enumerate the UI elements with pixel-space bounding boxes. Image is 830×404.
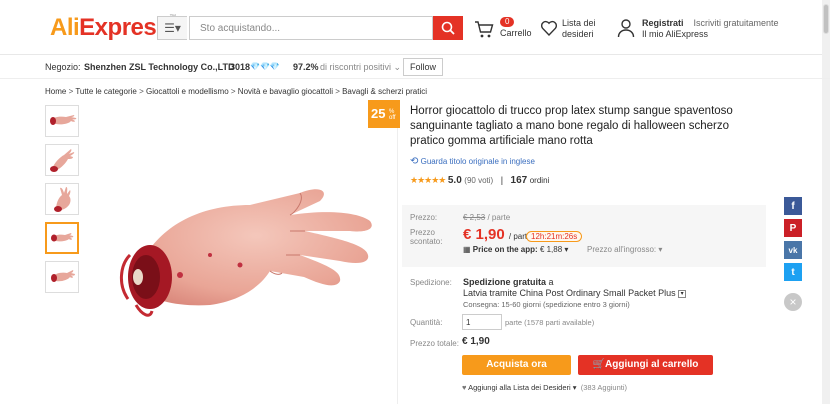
social-share-bar: f P vk t	[784, 197, 802, 285]
thumbnail-2[interactable]	[45, 144, 79, 176]
current-price: € 1,90 / parte	[463, 226, 532, 243]
store-name-link[interactable]: Shenzhen ZSL Technology Co.,LTD	[84, 62, 235, 72]
hand-thumbnail-image	[51, 233, 74, 242]
orders-count: 167	[510, 175, 528, 186]
discounted-price-label: Prezzo scontato:	[410, 228, 443, 246]
scrollbar-thumb[interactable]	[823, 4, 829, 34]
cart-label: Carrello	[500, 28, 532, 38]
chevron-down-icon: ▾	[658, 245, 663, 254]
shipping-label: Spedizione:	[410, 278, 452, 287]
chevron-down-icon: ⌄	[393, 62, 402, 72]
breadcrumb-home[interactable]: Home	[45, 87, 66, 96]
thumbnail-4-selected[interactable]	[45, 222, 79, 254]
free-shipping-text: Spedizione gratuita	[463, 277, 547, 287]
follow-button[interactable]: Follow	[403, 58, 444, 76]
close-share-icon[interactable]: ×	[784, 293, 802, 311]
hand-thumbnail-image	[50, 149, 75, 172]
shipping-info: Spedizione gratuita a Latvia tramite Chi…	[463, 277, 687, 310]
quantity-label: Quantità:	[410, 318, 443, 327]
breadcrumb-novelty[interactable]: Novità e bavaglio giocattoli	[238, 87, 333, 96]
total-price-value: € 1,90	[462, 336, 490, 347]
product-title: Horror giocattolo di trucco prop latex s…	[410, 105, 733, 147]
facebook-icon[interactable]: f	[784, 197, 802, 215]
add-to-cart-button[interactable]: 🛒Aggiungi al carrello	[578, 355, 713, 375]
hand-thumbnail-image	[50, 115, 77, 125]
pinterest-icon[interactable]: P	[784, 219, 802, 237]
shipping-dropdown-icon[interactable]: ▾	[678, 289, 687, 298]
wishlist-count: (383 Aggiunti)	[580, 383, 628, 392]
product-rating: ★★★★★ 5.0 (90 voti) | 167 ordini	[410, 175, 550, 186]
app-price[interactable]: ▦ Price on the app: € 1,88 ▾	[463, 245, 568, 254]
rating-value: 5.0	[447, 175, 462, 186]
quantity-available: parte (1578 parti available)	[505, 318, 595, 327]
search-button[interactable]	[433, 16, 463, 40]
twitter-icon[interactable]: t	[784, 263, 802, 281]
hand-thumbnail-image	[51, 270, 75, 282]
quantity-input[interactable]: 1	[462, 314, 502, 330]
qr-code-icon: ▦	[463, 245, 471, 254]
thumbnail-3[interactable]	[45, 183, 79, 215]
product-main-image[interactable]	[90, 105, 398, 404]
site-header: AliExpress™ ☰▾ Sto acquistando... 0 Carr…	[0, 0, 830, 55]
total-price-label: Prezzo totale:	[410, 339, 459, 348]
heart-icon	[540, 20, 558, 37]
hamburger-icon: ☰▾	[164, 21, 181, 35]
cart-icon: 🛒	[592, 359, 606, 370]
hand-thumbnail-image	[54, 187, 71, 212]
thumbnail-1[interactable]	[45, 105, 79, 137]
votes-link[interactable]: (90 voti)	[464, 176, 493, 185]
breadcrumb-gags[interactable]: Bavagli & scherzi pratici	[342, 87, 427, 96]
cart-icon	[475, 21, 494, 38]
store-label: Negozio:	[45, 62, 81, 72]
wishlist-label: Lista dei desideri	[562, 18, 596, 39]
delivery-estimate: Consegna: 15-60 giorni (spedizione entro…	[463, 300, 630, 309]
severed-hand-image	[120, 189, 372, 317]
heart-icon: ♥	[462, 383, 467, 392]
countdown-timer: 12h:21m:26s	[526, 231, 583, 242]
chevron-down-icon: ▾	[572, 383, 577, 392]
original-title-link[interactable]: ⟲ Guarda titolo originale in inglese	[410, 156, 535, 167]
vk-icon[interactable]: vk	[784, 241, 802, 259]
shipping-method[interactable]: Latvia tramite China Post Ordinary Small…	[463, 288, 676, 298]
breadcrumb-toys[interactable]: Giocattoli e modellismo	[146, 87, 229, 96]
diamond-icon: 💎💎💎	[250, 62, 280, 71]
seller-bar: Negozio: Shenzhen ZSL Technology Co.,LTD…	[0, 55, 830, 79]
orders-label: ordini	[529, 176, 550, 185]
cart-link[interactable]: 0 Carrello	[474, 16, 534, 42]
my-aliexpress-link[interactable]: Il mio AliExpress	[642, 29, 708, 39]
price-box: Prezzo: € 2,53 / parte Prezzo scontato: …	[402, 205, 766, 267]
search-icon	[441, 21, 455, 35]
buy-now-button[interactable]: Acquista ora	[462, 355, 571, 375]
categories-menu-button[interactable]: ☰▾	[157, 16, 187, 40]
discount-badge: 25 % off	[368, 100, 400, 128]
price-label: Prezzo:	[410, 213, 438, 222]
star-rating-icon: ★★★★★	[410, 175, 446, 185]
translate-icon: ⟲	[410, 156, 419, 167]
positive-feedback-percent: 97.2%	[293, 62, 319, 72]
thumbnail-5[interactable]	[45, 261, 79, 293]
search-input[interactable]: Sto acquistando...	[189, 16, 433, 40]
signin-link[interactable]: Registrati	[642, 18, 684, 28]
positive-feedback-label[interactable]: di riscontri positivi ⌄	[320, 62, 401, 73]
user-icon	[617, 19, 635, 38]
original-price: € 2,53 / parte	[463, 213, 511, 222]
cart-count-badge: 0	[500, 17, 515, 27]
join-link[interactable]: Iscriviti gratuitamente	[694, 18, 779, 28]
add-to-wishlist[interactable]: ♥ Aggiungi alla Lista dei Desideri ▾ (38…	[462, 383, 627, 392]
wholesale-price-link[interactable]: Prezzo all'ingrosso: ▾	[587, 245, 662, 254]
breadcrumb-all-categories[interactable]: Tutte le categorie	[75, 87, 137, 96]
chevron-down-icon: ▾	[564, 245, 569, 254]
breadcrumb: Home > Tutte le categorie > Giocattoli e…	[45, 87, 428, 96]
seller-score: 3018	[230, 62, 251, 72]
